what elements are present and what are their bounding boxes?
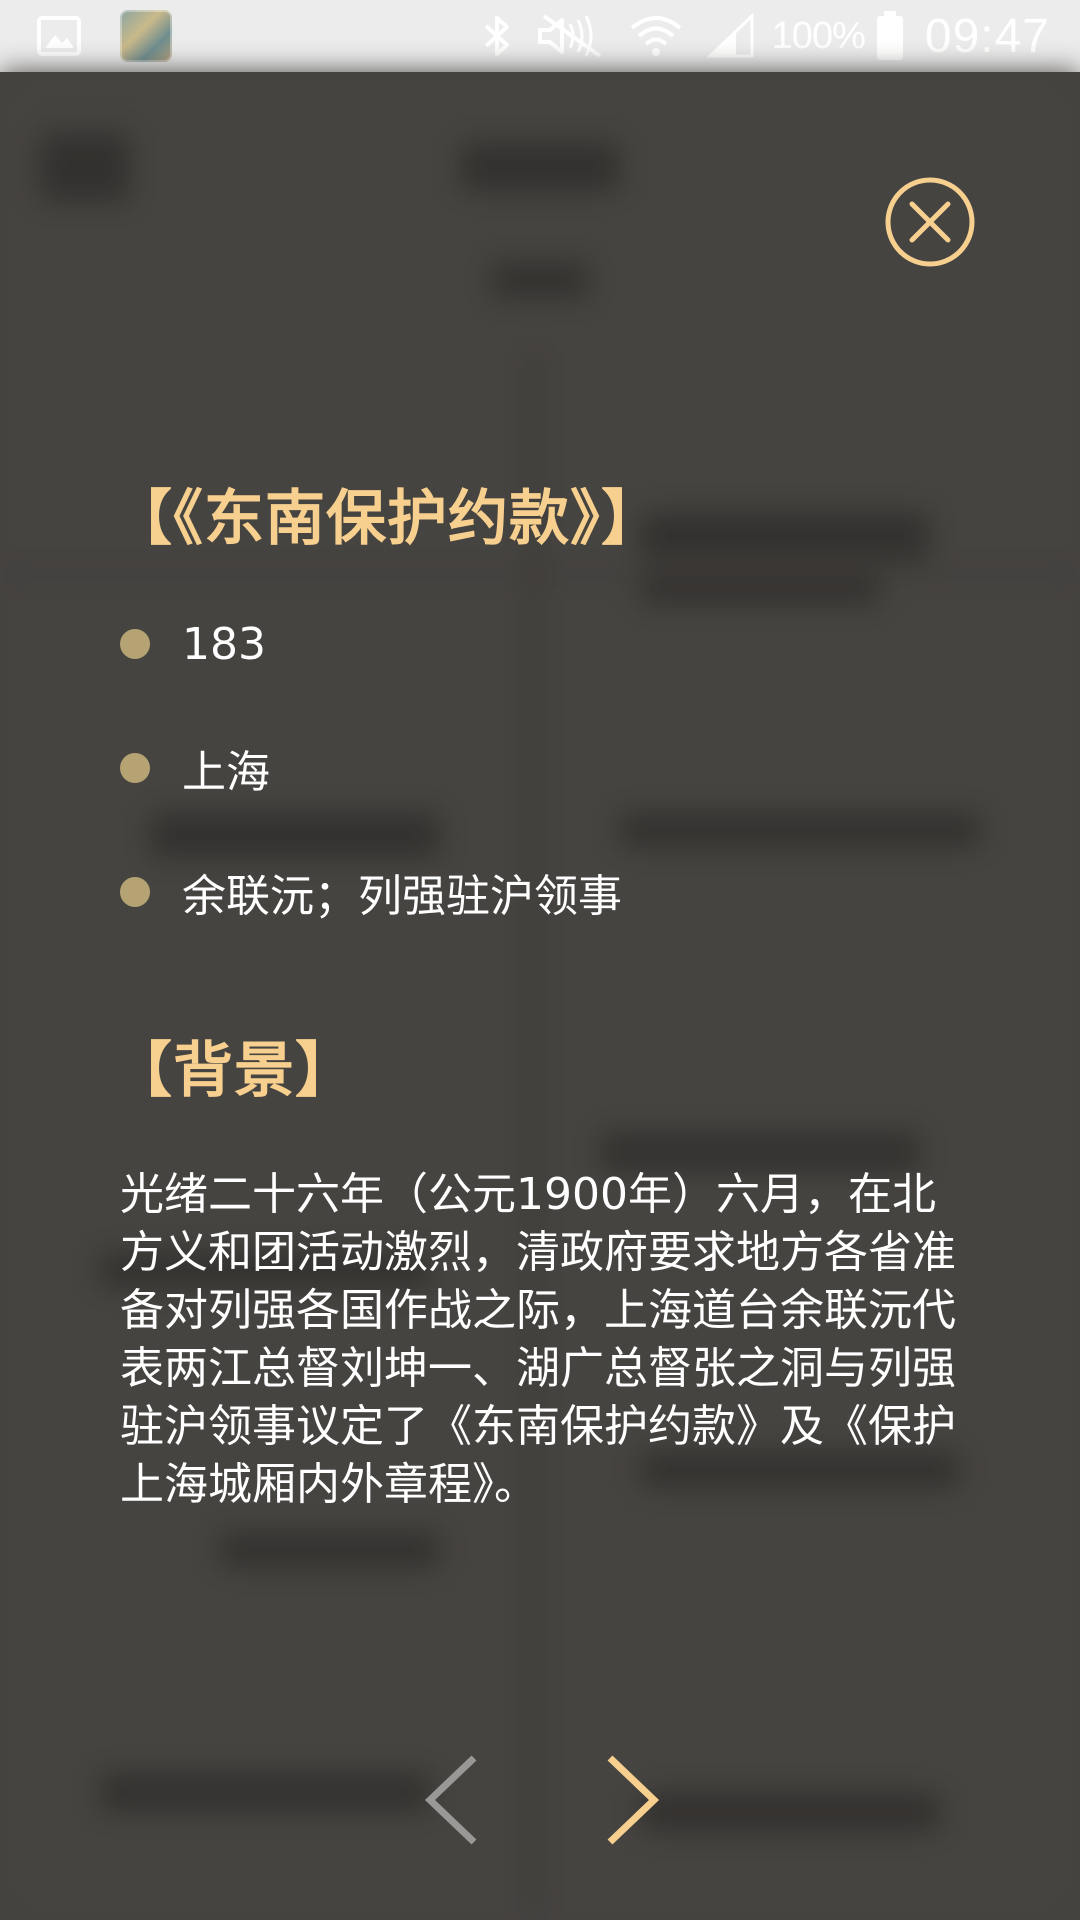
screen: 100% 09:47 【《东南保护约款》】 183 上海 余联沅；列强驻沪领事 … <box>0 0 1080 1920</box>
wifi-icon <box>630 16 681 56</box>
next-button[interactable] <box>596 1752 666 1848</box>
app-thumbnail-icon <box>120 10 172 62</box>
chevron-left-icon <box>424 1755 477 1845</box>
bullet-dot-icon <box>120 877 150 907</box>
chevron-right-icon <box>607 1755 660 1845</box>
status-time: 09:47 <box>924 9 1050 63</box>
info-item-text: 余联沅；列强驻沪领事 <box>182 871 622 922</box>
background-text: 光绪二十六年（公元1900年）六月，在北方义和团活动激烈，清政府要求地方各省准备… <box>120 1169 956 1510</box>
battery-icon <box>876 11 903 60</box>
status-bar: 100% 09:47 <box>0 0 1080 72</box>
bullet-dot-icon <box>120 629 150 659</box>
info-item-number: 183 <box>120 612 980 676</box>
previous-button[interactable] <box>418 1752 488 1848</box>
info-item-text: 上海 <box>182 747 270 798</box>
gallery-icon <box>37 16 81 56</box>
info-item-people: 余联沅；列强驻沪领事 <box>120 860 980 924</box>
background-heading: 【背景】 <box>112 1036 356 1106</box>
bullet-dot-icon <box>120 753 150 783</box>
status-bar-left <box>36 10 172 62</box>
battery-percent: 100% <box>771 14 866 57</box>
event-title: 【《东南保护约款》】 <box>112 484 662 554</box>
info-item-location: 上海 <box>120 736 980 800</box>
status-bar-right: 100% 09:47 <box>458 9 1050 64</box>
event-info-list: 183 上海 余联沅；列强驻沪领事 <box>120 612 980 984</box>
signal-icon <box>705 12 754 58</box>
info-item-text: 183 <box>182 618 266 670</box>
event-detail-overlay <box>0 72 1080 1920</box>
close-button[interactable] <box>884 176 976 268</box>
mute-icon <box>537 14 601 58</box>
bluetooth-icon <box>484 16 509 56</box>
